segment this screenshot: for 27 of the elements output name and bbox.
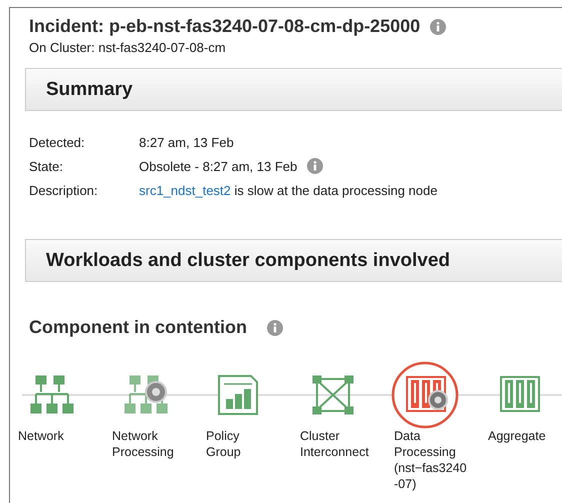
field-value: src1_ndst_test2 is slow at the data processing node [139, 182, 438, 198]
info-icon[interactable] [307, 158, 324, 174]
section-title: Component in contention [29, 317, 247, 338]
info-icon[interactable] [430, 18, 446, 34]
network-icon[interactable] [30, 375, 74, 415]
field-label: State: [29, 158, 64, 174]
disk-array-icon[interactable] [500, 376, 542, 414]
component-label: Network [18, 428, 65, 444]
section-header: Workloads and cluster components involved [25, 239, 562, 282]
component-label: Policy Group [206, 428, 242, 460]
field-label: Detected: [29, 134, 86, 150]
workload-link[interactable]: src1_ndst_test2 [139, 182, 231, 198]
bar-chart-icon[interactable] [218, 375, 258, 415]
field-value: Obsolete - 8:27 am, 13 Feb [139, 158, 298, 174]
disk-array-gear-icon[interactable] [406, 376, 448, 414]
network-gear-icon[interactable] [124, 375, 168, 415]
field-value: 8:27 am, 13 Feb [139, 134, 234, 150]
component-label: Aggregate [488, 428, 547, 444]
cluster-name: On Cluster: nst-fas3240-07-08-cm [28, 39, 227, 55]
section-header: Summary [25, 68, 562, 111]
component-label: Network Processing [112, 428, 175, 460]
component-label: Cluster Interconnect [300, 428, 370, 460]
info-icon[interactable] [266, 320, 283, 336]
component-label: Data Processing (nst−fas3240 -07) [394, 428, 468, 492]
field-label: Description: [29, 182, 99, 198]
incident-title: Incident: p-eb-nst-fas3240-07-08-cm-dp-25000 [29, 16, 420, 37]
interconnect-icon[interactable] [312, 375, 354, 415]
